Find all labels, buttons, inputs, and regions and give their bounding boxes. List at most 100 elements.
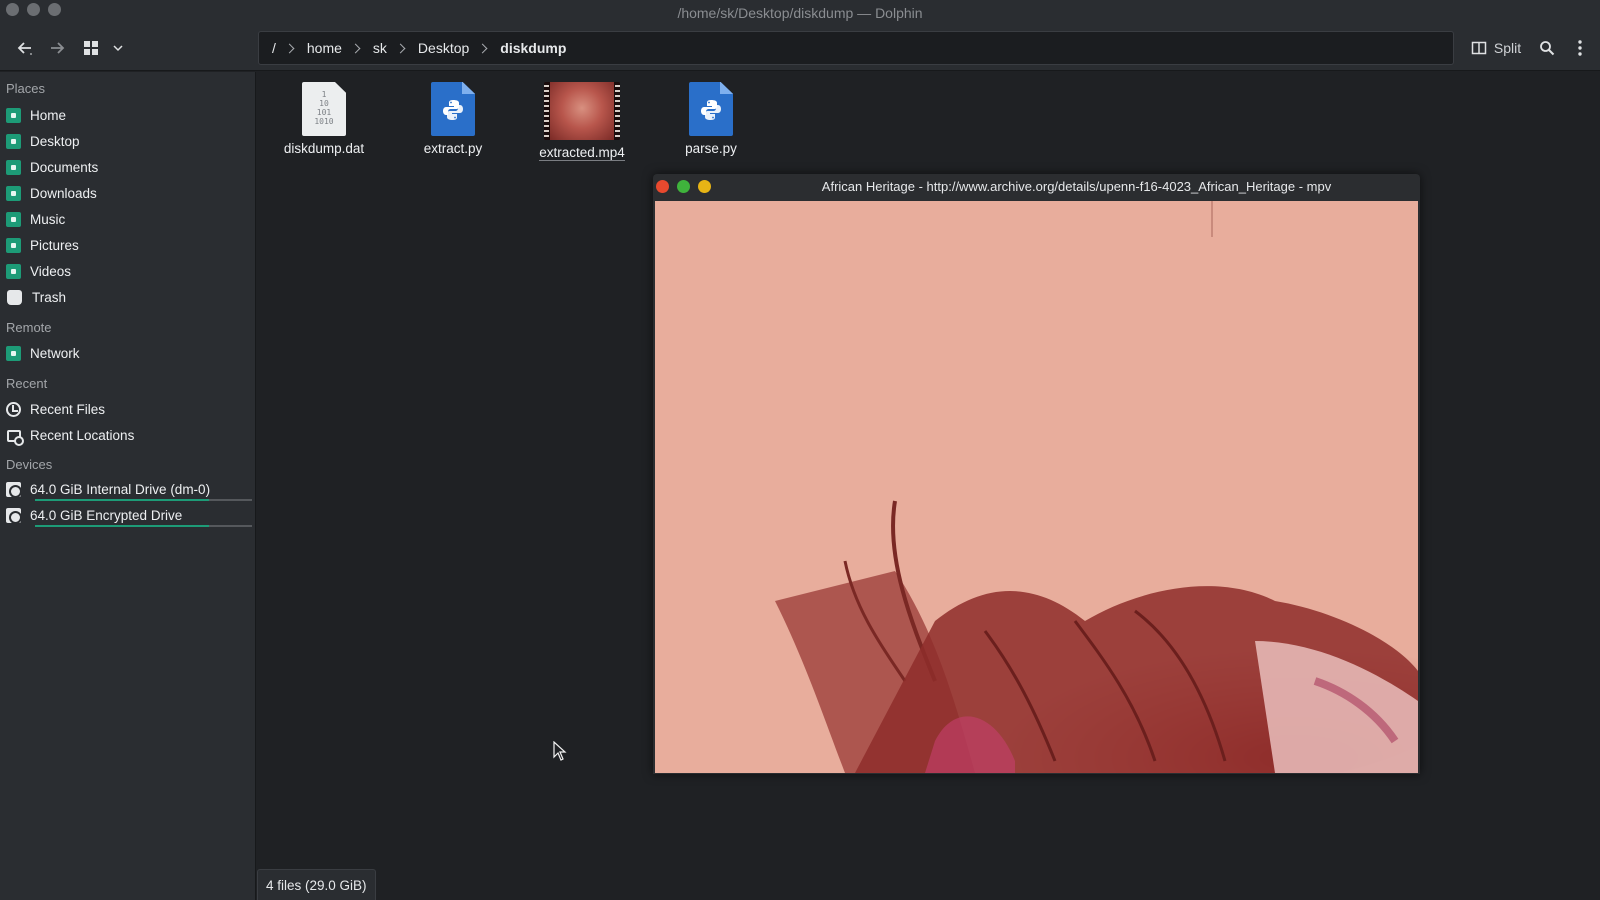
page-fold-icon	[720, 82, 733, 94]
chevron-right-icon	[284, 43, 295, 53]
split-button[interactable]: Split	[1466, 34, 1526, 62]
file-name: diskdump.dat	[283, 141, 365, 156]
sidebar-item-network[interactable]: Network	[6, 341, 252, 365]
file-name: extract.py	[423, 141, 483, 156]
places-panel: Places Home Desktop Documents Downloads …	[0, 72, 256, 900]
status-bar: 4 files (29.0 GiB)	[257, 869, 376, 900]
file-item[interactable]: extract.py	[397, 82, 509, 156]
sidebar-item-documents[interactable]: Documents	[6, 155, 252, 179]
breadcrumb-root[interactable]: /	[268, 40, 280, 56]
chevron-right-icon	[477, 43, 488, 53]
recent-locations-icon	[6, 428, 24, 446]
video-frame[interactable]	[655, 201, 1418, 773]
sidebar-item-label: Desktop	[30, 133, 80, 149]
file-item[interactable]: parse.py	[655, 82, 767, 156]
page-fold-icon	[462, 82, 475, 94]
section-title-recent: Recent	[6, 376, 48, 391]
breadcrumb-home[interactable]: home	[303, 40, 346, 56]
mpv-titlebar[interactable]: African Heritage - http://www.archive.or…	[653, 174, 1420, 199]
python-file-icon	[431, 82, 475, 136]
film-strip-left	[544, 82, 549, 140]
sidebar-item-music[interactable]: Music	[6, 207, 252, 231]
mpv-close-icon[interactable]	[656, 180, 669, 193]
film-strip-right	[615, 82, 620, 140]
sidebar-item-label: 64.0 GiB Encrypted Drive	[30, 507, 183, 523]
sidebar-item-label: Videos	[30, 263, 72, 279]
back-button[interactable]	[10, 34, 40, 62]
video-thumbnail	[544, 82, 620, 140]
view-mode-button[interactable]	[78, 34, 104, 62]
sidebar-item-internal-drive[interactable]: 64.0 GiB Internal Drive (dm-0)	[6, 477, 252, 501]
drive-icon	[6, 481, 22, 498]
breadcrumb-desktop[interactable]: Desktop	[414, 40, 473, 56]
encrypted-drive-icon	[6, 507, 22, 524]
section-title-places: Places	[6, 81, 46, 96]
breadcrumb[interactable]: / home sk Desktop diskdump	[258, 31, 1454, 65]
section-title-devices: Devices	[6, 457, 53, 472]
sidebar-item-label: Downloads	[30, 185, 97, 201]
sidebar-item-label: Recent Locations	[30, 427, 135, 443]
sidebar-item-label: Network	[30, 345, 80, 361]
section-title-remote: Remote	[6, 320, 52, 335]
sidebar-item-recent-locations[interactable]: Recent Locations	[6, 423, 252, 447]
file-item[interactable]: 1 10 101 1010 diskdump.dat	[268, 82, 380, 156]
sidebar-item-label: Recent Files	[30, 401, 106, 417]
sidebar-item-label: Trash	[32, 289, 67, 305]
mpv-minimize-icon[interactable]	[698, 180, 711, 193]
sidebar-item-label: 64.0 GiB Internal Drive (dm-0)	[30, 481, 211, 497]
file-name: parse.py	[685, 141, 737, 156]
video-thumbnail-image	[550, 82, 614, 140]
sidebar-item-label: Music	[30, 211, 66, 227]
network-folder-icon	[6, 345, 21, 361]
file-item[interactable]: extracted.mp4	[526, 82, 638, 161]
search-icon	[1540, 41, 1555, 56]
sidebar-item-label: Pictures	[30, 237, 79, 253]
binary-glyph: 1 10 101 1010	[314, 90, 334, 126]
mpv-window[interactable]: African Heritage - http://www.archive.or…	[653, 174, 1420, 774]
drive-usage-bar	[35, 499, 252, 501]
sidebar-item-trash[interactable]: Trash	[6, 285, 252, 309]
binary-file-icon: 1 10 101 1010	[302, 82, 346, 136]
file-name: extracted.mp4	[539, 145, 625, 161]
sidebar-item-label: Documents	[30, 159, 99, 175]
chevron-down-icon	[113, 45, 123, 52]
status-text: 4 files (29.0 GiB)	[266, 877, 367, 893]
clock-icon	[6, 401, 21, 417]
sidebar-item-pictures[interactable]: Pictures	[6, 233, 252, 257]
mpv-maximize-icon[interactable]	[677, 180, 690, 193]
documents-folder-icon	[6, 159, 21, 175]
arrow-right-icon	[51, 42, 65, 54]
kebab-menu-icon	[1578, 40, 1582, 56]
home-folder-icon	[6, 107, 21, 123]
python-logo-icon	[701, 100, 721, 120]
view-mode-dropdown[interactable]	[106, 34, 130, 62]
video-frame-image	[655, 201, 1418, 773]
python-logo-icon	[443, 100, 463, 120]
sidebar-item-encrypted-drive[interactable]: 64.0 GiB Encrypted Drive	[6, 503, 252, 527]
downloads-folder-icon	[6, 185, 21, 201]
split-view-icon	[1471, 41, 1487, 55]
window-title: /home/sk/Desktop/diskdump — Dolphin	[677, 5, 923, 21]
search-button[interactable]	[1533, 34, 1561, 62]
python-file-icon	[689, 82, 733, 136]
trash-icon	[7, 289, 22, 305]
sidebar-item-home[interactable]: Home	[6, 103, 252, 127]
breadcrumb-diskdump[interactable]: diskdump	[496, 40, 570, 56]
pictures-folder-icon	[6, 237, 21, 253]
chevron-right-icon	[395, 43, 406, 53]
sidebar-item-recent-files[interactable]: Recent Files	[6, 397, 252, 421]
sidebar-item-videos[interactable]: Videos	[6, 259, 252, 283]
videos-folder-icon	[6, 263, 21, 279]
forward-button[interactable]	[42, 34, 72, 62]
sidebar-item-downloads[interactable]: Downloads	[6, 181, 252, 205]
drive-usage-bar	[35, 525, 252, 527]
split-label: Split	[1493, 40, 1522, 56]
arrow-left-icon	[17, 42, 32, 55]
mouse-cursor-icon	[553, 741, 567, 761]
sidebar-item-label: Home	[30, 107, 67, 123]
breadcrumb-sk[interactable]: sk	[369, 40, 391, 56]
mpv-title: African Heritage - http://www.archive.or…	[821, 179, 1332, 194]
sidebar-item-desktop[interactable]: Desktop	[6, 129, 252, 153]
grid-view-icon	[84, 41, 98, 55]
menu-button[interactable]	[1566, 34, 1594, 62]
